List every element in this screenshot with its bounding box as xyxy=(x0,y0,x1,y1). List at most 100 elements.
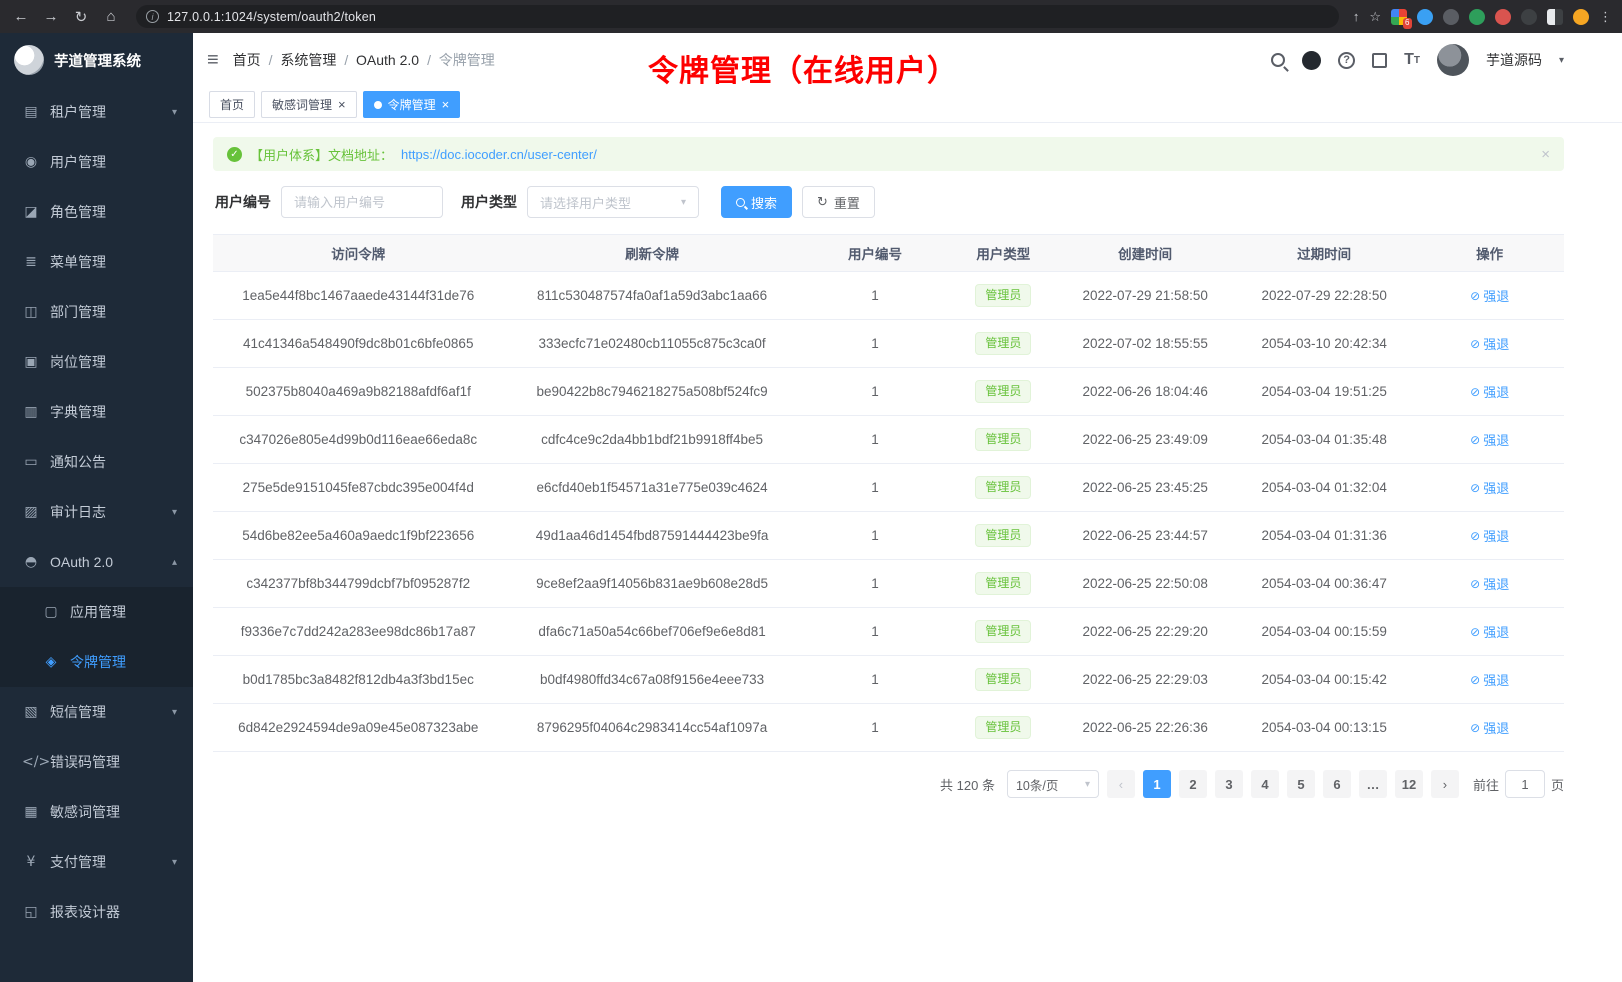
extension-split-icon[interactable] xyxy=(1547,9,1563,25)
page-number-button[interactable]: 4 xyxy=(1251,770,1279,798)
breadcrumb-item[interactable]: / OAuth 2.0 xyxy=(344,52,419,68)
page-number-button[interactable]: 5 xyxy=(1287,770,1315,798)
sidebar-item[interactable]: ▭ 通知公告 xyxy=(0,437,193,487)
cell-refresh-token: 9ce8ef2aa9f14056b831ae9b608e28d5 xyxy=(503,560,800,608)
force-logout-button[interactable]: ⊘ 强退 xyxy=(1470,478,1509,497)
force-logout-button[interactable]: ⊘ 强退 xyxy=(1470,622,1509,641)
search-button[interactable]: 搜索 xyxy=(721,186,792,218)
force-logout-button[interactable]: ⊘ 强退 xyxy=(1470,286,1509,305)
browser-back-icon[interactable]: ← xyxy=(10,6,32,28)
breadcrumb-separator: / xyxy=(269,52,277,68)
sidebar-item[interactable]: ▥ 字典管理 xyxy=(0,387,193,437)
share-icon[interactable]: ↑ xyxy=(1353,9,1360,24)
page-number-button[interactable]: 12 xyxy=(1395,770,1423,798)
breadcrumb-item[interactable]: / 令牌管理 xyxy=(427,50,495,70)
tab-close-icon[interactable]: × xyxy=(338,98,346,111)
profile-avatar-icon[interactable] xyxy=(1573,9,1589,25)
page-number-button[interactable]: 3 xyxy=(1215,770,1243,798)
fullscreen-icon[interactable] xyxy=(1372,53,1387,68)
address-bar[interactable]: i 127.0.0.1:1024/system/oauth2/token xyxy=(136,5,1339,28)
extension-grid-icon[interactable]: 6 xyxy=(1391,9,1407,25)
error-code-icon: </> xyxy=(22,754,40,770)
extension-blue-icon[interactable] xyxy=(1417,9,1433,25)
extension-green-icon[interactable] xyxy=(1469,9,1485,25)
sidebar-item[interactable]: ◱ 报表设计器 xyxy=(0,887,193,937)
page-size-select[interactable]: 10条/页 ▾ xyxy=(1007,770,1099,798)
sidebar-item-label: OAuth 2.0 xyxy=(50,554,113,570)
alert-close-icon[interactable]: × xyxy=(1541,146,1550,163)
force-logout-button[interactable]: ⊘ 强退 xyxy=(1470,430,1509,449)
cell-user-type: 管理员 xyxy=(949,512,1057,560)
sidebar-item[interactable]: ◉ 用户管理 xyxy=(0,137,193,187)
force-logout-button[interactable]: ⊘ 强退 xyxy=(1470,526,1509,545)
user-id-input[interactable] xyxy=(281,186,443,218)
sidebar-item[interactable]: ◫ 部门管理 xyxy=(0,287,193,337)
sidebar-item[interactable]: ◓ OAuth 2.0 ▴ xyxy=(0,537,193,587)
sidebar-item[interactable]: ▦ 敏感词管理 xyxy=(0,787,193,837)
bookmark-star-icon[interactable]: ☆ xyxy=(1369,9,1381,25)
font-size-icon[interactable]: TT xyxy=(1404,51,1420,69)
sidebar-item[interactable]: ▤ 租户管理 ▾ xyxy=(0,87,193,137)
force-logout-button[interactable]: ⊘ 强退 xyxy=(1470,718,1509,737)
force-logout-button[interactable]: ⊘ 强退 xyxy=(1470,382,1509,401)
extension-gray-icon[interactable] xyxy=(1521,9,1537,25)
next-page-button[interactable]: › xyxy=(1431,770,1459,798)
reset-button[interactable]: ↻ 重置 xyxy=(802,186,875,218)
cell-user-type: 管理员 xyxy=(949,608,1057,656)
page-number-button[interactable]: … xyxy=(1359,770,1387,798)
sidebar-item[interactable]: ▨ 审计日志 ▾ xyxy=(0,487,193,537)
breadcrumb-item[interactable]: / 首页 xyxy=(233,50,261,70)
goto-page-input[interactable] xyxy=(1505,770,1545,798)
sidebar-item[interactable]: ▢ 应用管理 xyxy=(0,587,193,637)
user-id-label: 用户编号 xyxy=(215,192,271,212)
user-avatar[interactable] xyxy=(1437,44,1469,76)
table-row: f9336e7c7dd242a283ee98dc86b17a87 dfa6c71… xyxy=(213,608,1564,656)
chevron-icon: ▾ xyxy=(172,707,177,718)
sidebar-collapse-icon[interactable]: ≡ xyxy=(207,50,219,70)
prev-page-button[interactable]: ‹ xyxy=(1107,770,1135,798)
table-header-row: 访问令牌 刷新令牌 用户编号 用户类型 创建时间 过期时间 操作 xyxy=(213,235,1564,272)
delete-icon: ⊘ xyxy=(1470,385,1480,399)
cell-user-type: 管理员 xyxy=(949,560,1057,608)
help-icon[interactable]: ? xyxy=(1338,52,1355,69)
tab[interactable]: 令牌管理 × xyxy=(363,91,461,118)
sidebar-item[interactable]: </> 错误码管理 xyxy=(0,737,193,787)
main-area: ≡ / 首页 / 系统管理 / OAuth 2.0 / 令牌管理 xyxy=(193,33,1622,982)
force-logout-button[interactable]: ⊘ 强退 xyxy=(1470,670,1509,689)
sidebar-item[interactable]: ▧ 短信管理 ▾ xyxy=(0,687,193,737)
app-title: 芋道管理系统 xyxy=(54,50,141,71)
page-number-button[interactable]: 6 xyxy=(1323,770,1351,798)
page-number-button[interactable]: 1 xyxy=(1143,770,1171,798)
cell-access-token: 6d842e2924594de9a09e45e087323abe xyxy=(213,704,503,752)
cell-action: ⊘ 强退 xyxy=(1415,512,1564,560)
user-dropdown-caret-icon[interactable]: ▾ xyxy=(1559,55,1564,66)
sidebar-item[interactable]: ¥ 支付管理 ▾ xyxy=(0,837,193,887)
site-info-icon[interactable]: i xyxy=(146,10,159,23)
sidebar-item[interactable]: ≣ 菜单管理 xyxy=(0,237,193,287)
extension-dark-icon[interactable] xyxy=(1443,9,1459,25)
sidebar-item-label: 部门管理 xyxy=(50,302,106,322)
extension-colorful-icon[interactable] xyxy=(1495,9,1511,25)
browser-home-icon[interactable]: ⌂ xyxy=(100,6,122,28)
search-icon[interactable] xyxy=(1271,53,1285,67)
browser-reload-icon[interactable]: ↻ xyxy=(70,6,92,28)
sidebar-item[interactable]: ◪ 角色管理 xyxy=(0,187,193,237)
extension-badge: 6 xyxy=(1403,18,1412,29)
breadcrumb-item[interactable]: / 系统管理 xyxy=(269,50,337,70)
force-logout-button[interactable]: ⊘ 强退 xyxy=(1470,574,1509,593)
force-logout-button[interactable]: ⊘ 强退 xyxy=(1470,334,1509,353)
sidebar-item[interactable]: ▣ 岗位管理 xyxy=(0,337,193,387)
user-type-select[interactable]: 请选择用户类型 ▾ xyxy=(527,186,699,218)
sidebar-item[interactable]: ◈ 令牌管理 xyxy=(0,637,193,687)
browser-menu-icon[interactable]: ⋮ xyxy=(1599,9,1612,25)
role-icon: ◪ xyxy=(22,204,40,220)
doc-link[interactable]: https://doc.iocoder.cn/user-center/ xyxy=(401,147,597,162)
username[interactable]: 芋道源码 xyxy=(1486,50,1542,70)
github-icon[interactable] xyxy=(1302,51,1321,70)
tab-close-icon[interactable]: × xyxy=(442,98,450,111)
cell-user-id: 1 xyxy=(801,464,950,512)
page-number-button[interactable]: 2 xyxy=(1179,770,1207,798)
tab[interactable]: 敏感词管理 × xyxy=(261,91,357,118)
browser-forward-icon[interactable]: → xyxy=(40,6,62,28)
tab[interactable]: 首页 × xyxy=(209,91,255,118)
